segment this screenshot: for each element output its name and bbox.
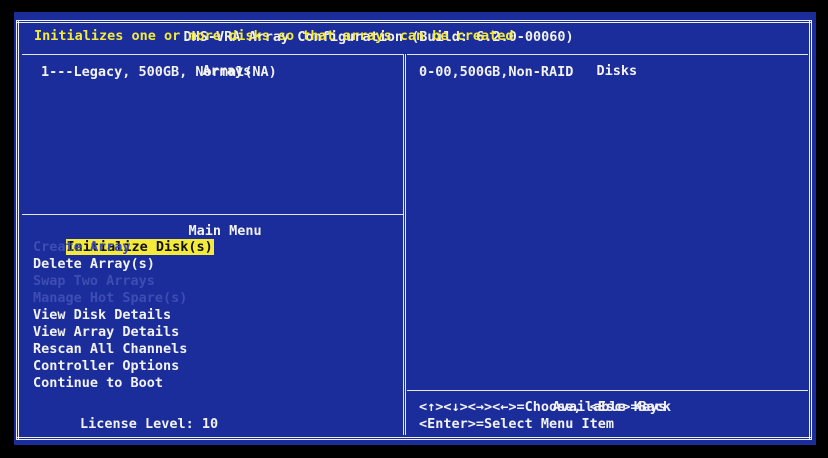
outer-border-right <box>809 20 812 440</box>
disk-list-item[interactable]: 0-00,500GB,Non-RAID <box>419 64 573 81</box>
menu-item-delete-arrays[interactable]: Delete Array(s) <box>33 256 155 273</box>
menu-item-view-array-details[interactable]: View Array Details <box>33 324 179 341</box>
panel-divider <box>403 54 404 435</box>
menu-item-rescan-all-channels[interactable]: Rescan All Channels <box>33 341 187 358</box>
menu-item-continue-to-boot[interactable]: Continue to Boot <box>33 375 163 392</box>
menu-item-swap-two-arrays: Swap Two Arrays <box>33 273 155 289</box>
bios-screen: DHS-VRA Array Configuration (Build: 6.2.… <box>14 12 816 445</box>
menu-item-manage-hot-spares: Manage Hot Spare(s) <box>33 290 188 306</box>
disks-panel-title: Disks <box>590 63 644 79</box>
outer-border-bottom <box>16 437 812 440</box>
status-hint: Initializes one or more disks so that ar… <box>34 28 514 44</box>
keys-line-select: <Enter>=Select Menu Item <box>419 416 615 432</box>
license-level: License Level: 10 <box>80 416 219 432</box>
menu-item-create-array: Create Array <box>33 239 131 255</box>
menu-item-controller-options[interactable]: Controller Options <box>33 358 179 375</box>
array-list-item[interactable]: 1---Legacy, 500GB, Normal(NA) <box>41 64 277 81</box>
keys-line-navigation: <↑><↓><→><←>=Choose, <Esc>=Back <box>419 399 671 415</box>
outer-border-left <box>16 20 19 440</box>
panel-divider-2 <box>405 54 406 435</box>
menu-item-view-disk-details[interactable]: View Disk Details <box>33 307 171 324</box>
